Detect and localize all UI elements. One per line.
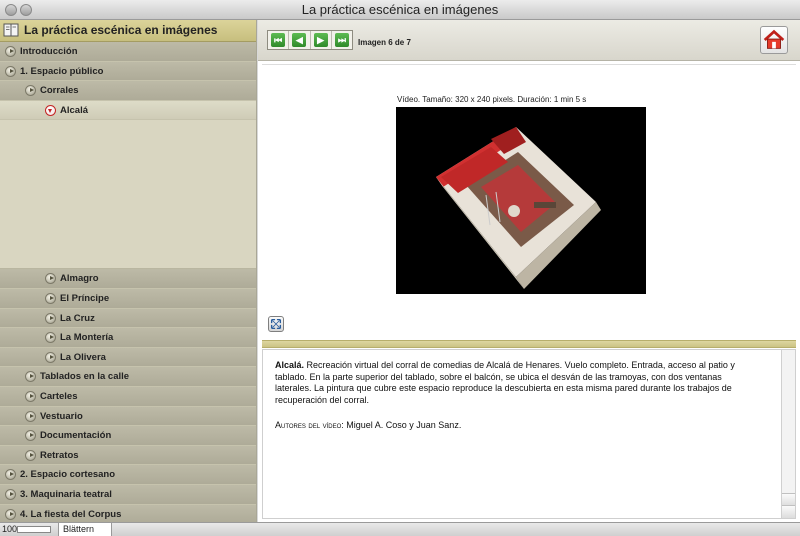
first-image-button[interactable]: ⏮ xyxy=(268,31,290,49)
sidebar-item-label: Vestuario xyxy=(40,410,83,422)
disclosure-arrow-icon xyxy=(25,449,36,461)
sidebar-item[interactable]: 4. La fiesta del Corpus xyxy=(0,504,256,522)
sidebar-item[interactable]: Almagro xyxy=(0,269,256,289)
image-navigation: ⏮ ◀ ▶ ⏭ xyxy=(267,30,353,50)
sidebar-item-label: Corrales xyxy=(40,85,79,97)
description-title: Alcalá. xyxy=(275,360,305,370)
disclosure-arrow-icon xyxy=(5,46,16,57)
sidebar-item-label: Alcalá xyxy=(60,104,88,116)
sidebar-item[interactable]: La Olivera xyxy=(0,347,256,368)
window-titlebar: La práctica escénica en imágenes xyxy=(0,0,800,20)
previous-image-button[interactable]: ◀ xyxy=(289,31,311,49)
sidebar-item-label: 4. La fiesta del Corpus xyxy=(20,508,122,520)
sidebar-item[interactable]: Retratos xyxy=(0,445,256,466)
disclosure-arrow-icon xyxy=(45,351,56,363)
zoom-level[interactable]: 100 xyxy=(2,524,17,534)
video-player[interactable] xyxy=(396,107,646,294)
description-pane: Alcalá. Recreación virtual del corral de… xyxy=(262,349,796,519)
toolbar: ⏮ ◀ ▶ ⏭ Imagen 6 de 7 xyxy=(258,20,800,61)
content-area: ⏮ ◀ ▶ ⏭ Imagen 6 de 7 Vídeo. Tamaño: 320… xyxy=(258,20,800,522)
fullscreen-button[interactable] xyxy=(268,316,284,332)
disclosure-arrow-icon xyxy=(25,85,36,97)
description-text: Alcalá. Recreación virtual del corral de… xyxy=(275,360,759,406)
video-info: Vídeo. Tamaño: 320 x 240 pixels. Duració… xyxy=(397,95,587,104)
corral-model-image xyxy=(436,127,601,289)
sidebar-item-label: La Cruz xyxy=(60,312,95,324)
authors-label: Autores del vídeo xyxy=(275,420,342,430)
zoom-slider[interactable] xyxy=(17,526,51,533)
scroll-down-arrow[interactable] xyxy=(782,505,795,518)
sidebar-item-label: Retratos xyxy=(40,449,79,461)
sidebar-item-label: Documentación xyxy=(40,430,112,442)
sidebar: La práctica escénica en imágenes Introdu… xyxy=(0,20,257,522)
disclosure-arrow-icon xyxy=(45,292,56,304)
home-icon xyxy=(763,29,785,49)
description-body: Recreación virtual del corral de comedia… xyxy=(275,360,735,405)
sidebar-item-label: Almagro xyxy=(60,273,99,285)
sidebar-item[interactable]: Carteles xyxy=(0,386,256,407)
media-pane: Vídeo. Tamaño: 320 x 240 pixels. Duració… xyxy=(262,64,796,313)
disclosure-arrow-icon xyxy=(45,332,56,344)
sidebar-item-label: 1. Espacio público xyxy=(20,65,104,77)
expanded-arrow-icon xyxy=(45,104,56,116)
disclosure-arrow-icon xyxy=(25,371,36,383)
authors-names: : Miguel A. Coso y Juan Sanz. xyxy=(341,420,462,430)
sidebar-item-label: Introducción xyxy=(20,46,78,57)
sidebar-item[interactable]: El Príncipe xyxy=(0,288,256,309)
first-icon: ⏮ xyxy=(271,33,286,47)
sidebar-item[interactable]: Vestuario xyxy=(0,406,256,427)
sidebar-item-label: 2. Espacio cortesano xyxy=(20,469,116,481)
disclosure-arrow-icon xyxy=(5,65,16,77)
description-scrollbar[interactable] xyxy=(781,350,795,518)
disclosure-arrow-icon xyxy=(25,390,36,402)
sidebar-item-label: La Olivera xyxy=(60,351,106,363)
expand-icon xyxy=(270,318,282,330)
image-counter: Imagen 6 de 7 xyxy=(358,38,411,47)
sidebar-item[interactable]: La Cruz xyxy=(0,308,256,329)
disclosure-arrow-icon xyxy=(45,273,56,285)
statusbar: 100 Blättern xyxy=(0,522,800,536)
sidebar-item-label: 3. Maquinaria teatral xyxy=(20,488,112,500)
sidebar-item[interactable]: 2. Espacio cortesano xyxy=(0,465,256,485)
sidebar-item-label: Tablados en la calle xyxy=(40,371,130,383)
next-icon: ▶ xyxy=(313,33,328,47)
sidebar-item[interactable]: Tablados en la calle xyxy=(0,367,256,387)
book-icon xyxy=(3,23,19,37)
last-icon: ⏭ xyxy=(334,33,349,47)
disclosure-arrow-icon xyxy=(25,410,36,422)
sidebar-item[interactable]: Introducción xyxy=(0,42,256,62)
sidebar-item[interactable]: 3. Maquinaria teatral xyxy=(0,484,256,505)
sidebar-item[interactable]: Documentación xyxy=(0,426,256,446)
sidebar-item-label: Carteles xyxy=(40,390,78,402)
disclosure-arrow-icon xyxy=(5,469,16,481)
home-button[interactable] xyxy=(760,26,788,54)
video-authors: Autores del vídeo: Miguel A. Coso y Juan… xyxy=(275,420,759,430)
disclosure-arrow-icon xyxy=(5,508,16,520)
sidebar-item[interactable]: 1. Espacio público xyxy=(0,61,256,82)
expanded-item-area xyxy=(0,120,256,270)
sidebar-item[interactable]: Corrales xyxy=(0,81,256,101)
sidebar-item-label: El Príncipe xyxy=(60,292,110,304)
sidebar-item[interactable]: Alcalá xyxy=(0,100,256,121)
sidebar-title: La práctica escénica en imágenes xyxy=(24,23,218,37)
prev-icon: ◀ xyxy=(292,33,307,47)
mode-indicator[interactable]: Blättern xyxy=(58,523,112,536)
sidebar-item-label: La Montería xyxy=(60,332,114,344)
pane-divider[interactable] xyxy=(262,340,796,348)
last-image-button[interactable]: ⏭ xyxy=(332,31,352,49)
sidebar-item[interactable]: La Montería xyxy=(0,328,256,348)
sidebar-header: La práctica escénica en imágenes xyxy=(0,20,256,42)
window-title: La práctica escénica en imágenes xyxy=(301,2,499,17)
disclosure-arrow-icon xyxy=(5,488,16,500)
disclosure-arrow-icon xyxy=(45,312,56,324)
disclosure-arrow-icon xyxy=(25,430,36,442)
next-image-button[interactable]: ▶ xyxy=(311,31,332,49)
sidebar-nav: Introducción 1. Espacio público Corrales Al… xyxy=(0,42,256,522)
